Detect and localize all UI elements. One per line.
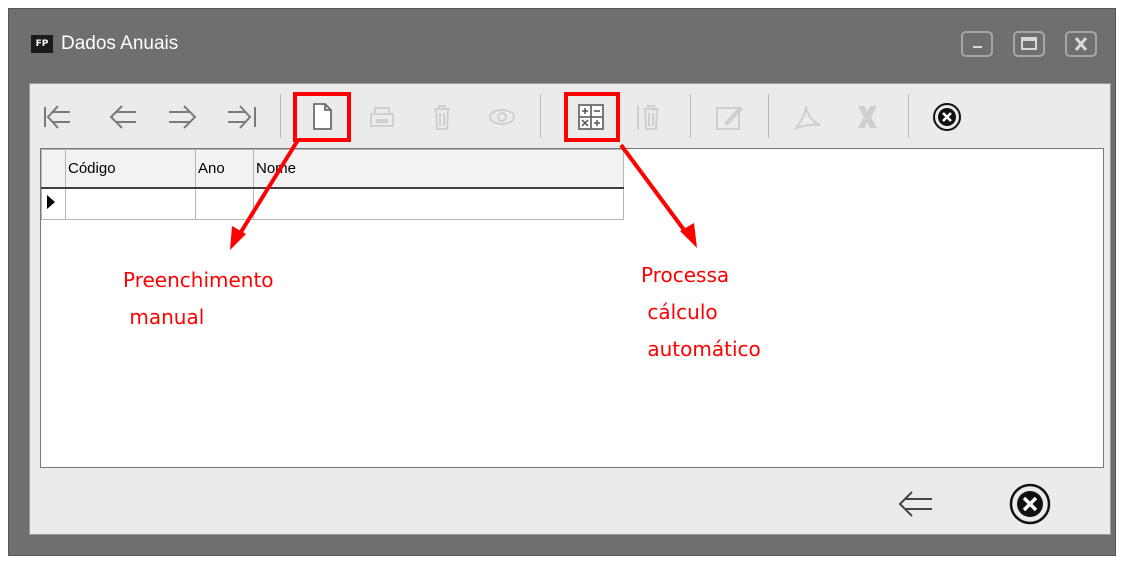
print-icon — [370, 107, 394, 127]
new-button-highlight — [293, 92, 351, 142]
row-indicator-header — [41, 149, 66, 189]
row-indicator — [41, 187, 66, 220]
print-button[interactable] — [363, 98, 401, 136]
close-button[interactable] — [1065, 31, 1097, 57]
close-window-button[interactable] — [1006, 480, 1054, 528]
toolbar-separator — [540, 94, 541, 138]
pdf-icon — [793, 105, 821, 130]
first-record-icon — [44, 105, 70, 129]
title-bar[interactable]: FP Dados Anuais — [9, 9, 1115, 79]
excel-button[interactable] — [848, 98, 886, 136]
cell-ano[interactable] — [195, 187, 254, 220]
toolbar — [30, 84, 1110, 150]
column-header-ano[interactable]: Ano — [195, 149, 254, 189]
cell-codigo[interactable] — [65, 187, 196, 220]
edit-icon — [716, 106, 743, 130]
edit-button[interactable] — [710, 98, 748, 136]
bottom-bar — [30, 476, 1110, 534]
trash-icon — [434, 105, 450, 130]
calculate-button-highlight — [564, 92, 620, 142]
annotation-auto: Processa cálculo automático — [641, 263, 761, 361]
grid-table: Código Ano Nome — [41, 149, 624, 220]
trash-button[interactable] — [423, 98, 461, 136]
table-row[interactable] — [41, 187, 624, 220]
toolbar-separator — [768, 94, 769, 138]
app-icon: FP — [31, 35, 53, 53]
window-title: Dados Anuais — [61, 33, 179, 54]
first-record-button[interactable] — [40, 98, 78, 136]
column-header-codigo[interactable]: Código — [65, 149, 196, 189]
annotation-manual: Preenchimento manual — [123, 268, 274, 329]
previous-record-button[interactable] — [104, 98, 142, 136]
back-arrow-icon — [898, 491, 932, 517]
view-button[interactable] — [483, 98, 521, 136]
column-header-nome[interactable]: Nome — [253, 149, 624, 189]
eye-icon — [489, 109, 515, 125]
close-circle-icon — [933, 103, 961, 131]
excel-icon — [858, 106, 877, 128]
next-record-icon — [169, 105, 197, 129]
next-record-button[interactable] — [164, 98, 202, 136]
cell-nome[interactable] — [253, 187, 624, 220]
maximize-icon — [1021, 37, 1037, 50]
maximize-button[interactable] — [1013, 31, 1045, 57]
previous-record-icon — [109, 105, 136, 129]
row-pointer-icon — [47, 194, 55, 209]
last-record-button[interactable] — [222, 98, 260, 136]
minimize-button[interactable] — [961, 31, 993, 57]
exit-button[interactable] — [928, 98, 966, 136]
toolbar-separator — [280, 94, 281, 138]
delete-button[interactable] — [632, 98, 670, 136]
last-record-icon — [228, 105, 256, 129]
back-button[interactable] — [890, 480, 938, 528]
toolbar-separator — [690, 94, 691, 138]
close-circle-icon — [1009, 483, 1051, 525]
delete-icon — [637, 105, 659, 130]
grid-header-row: Código Ano Nome — [41, 149, 624, 189]
minimize-icon — [973, 46, 982, 48]
toolbar-separator — [908, 94, 909, 138]
close-icon — [1074, 37, 1088, 51]
pdf-button[interactable] — [788, 98, 826, 136]
